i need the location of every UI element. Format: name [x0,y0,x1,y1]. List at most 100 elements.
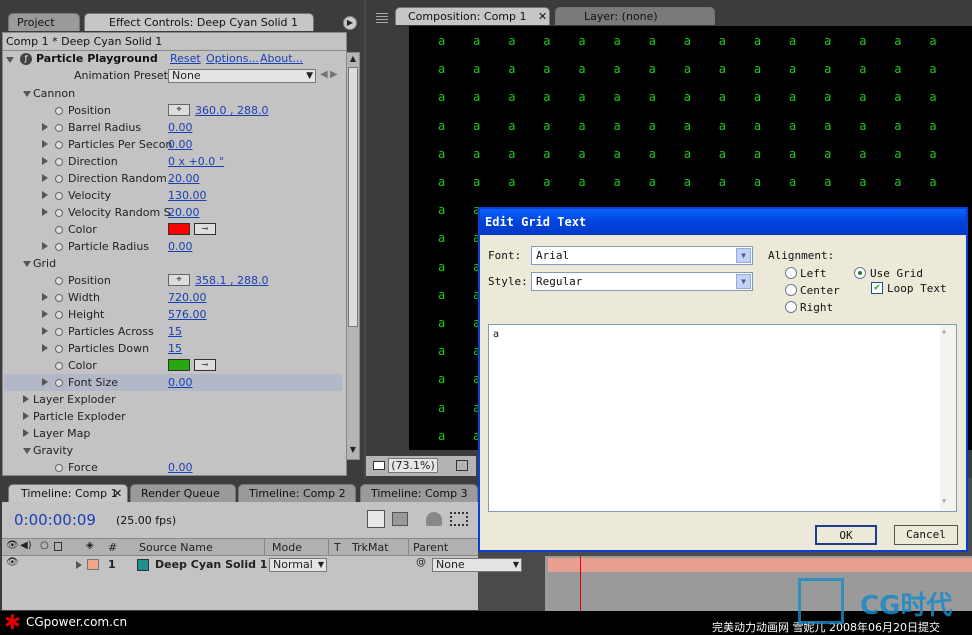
audio-icon[interactable]: ◀) [20,540,32,551]
align-center-radio[interactable] [785,284,797,296]
stopwatch-icon[interactable] [55,379,63,387]
stopwatch-icon[interactable] [55,345,63,353]
use-grid-radio[interactable] [854,267,866,279]
property-row[interactable]: Direction Random 20.00 [4,170,342,187]
chevron-right-icon[interactable] [42,344,48,352]
scroll-up-icon[interactable]: ▲ [942,327,946,335]
solo-dot-icon[interactable]: ○ [40,540,49,551]
tab-timeline-comp2[interactable]: Timeline: Comp 2 [238,484,356,502]
stopwatch-icon[interactable] [55,243,63,251]
color-swatch[interactable] [168,223,190,235]
property-value[interactable]: 720.00 [168,289,207,306]
close-icon[interactable]: ✕ [113,485,122,502]
stopwatch-icon[interactable] [55,277,63,285]
eyedropper-icon[interactable]: ⊸ [194,359,216,371]
property-value[interactable]: 0.00 [168,136,193,153]
stopwatch-icon[interactable] [55,328,63,336]
stopwatch-icon[interactable] [55,362,63,370]
property-row[interactable]: Color ⊸ [4,221,342,238]
property-row[interactable]: Particles Per Secon 0.00 [4,136,342,153]
property-group[interactable]: Gravity [4,442,342,459]
loop-text-checkbox[interactable]: ✔ [871,282,883,294]
chevron-right-icon[interactable] [42,174,48,182]
chevron-right-icon[interactable] [42,157,48,165]
zoom-select[interactable]: (73.1%) [388,458,438,473]
chevron-right-icon[interactable] [23,429,29,437]
stopwatch-icon[interactable] [55,209,63,217]
prev-preset-icon[interactable]: ◀ [320,69,328,80]
property-group[interactable]: Grid [4,255,342,272]
tab-composition[interactable]: Composition: Comp 1 ✕ [395,7,550,25]
property-row[interactable]: Particle Radius 0.00 [4,238,342,255]
chevron-down-icon[interactable] [23,448,31,454]
tab-render-queue[interactable]: Render Queue [130,484,236,502]
reset-link[interactable]: Reset [170,52,201,65]
comp-flowchart-icon[interactable] [367,510,385,528]
about-link[interactable]: About... [260,52,303,65]
chevron-right-icon[interactable] [42,208,48,216]
scroll-up-icon[interactable]: ▲ [348,54,358,66]
chevron-down-icon[interactable] [23,91,31,97]
property-row[interactable]: Width 720.00 [4,289,342,306]
scroll-down-icon[interactable]: ▼ [942,497,946,505]
film-icon[interactable] [450,512,468,526]
fx-icon[interactable]: ƒ [20,53,32,65]
pickwhip-icon[interactable]: @ [416,557,426,568]
stopwatch-icon[interactable] [55,141,63,149]
color-swatch[interactable] [168,359,190,371]
property-value[interactable]: 20.00 [168,204,200,221]
property-value[interactable]: 20.00 [168,170,200,187]
property-row[interactable]: Direction 0 x +0.0 ° [4,153,342,170]
timecode[interactable]: 0:00:00:09 [14,511,96,529]
region-icon[interactable] [456,460,468,471]
property-value[interactable]: 0.00 [168,459,193,476]
grid-text-area[interactable]: a ▲ ▼ [488,324,957,512]
chevron-right-icon[interactable] [42,293,48,301]
property-value[interactable]: 130.00 [168,187,207,204]
eye-icon[interactable]: 👁 [6,557,19,568]
label-color-swatch[interactable] [87,559,99,570]
chevron-right-icon[interactable] [42,310,48,318]
property-row[interactable]: Velocity Random S 20.00 [4,204,342,221]
monitor-icon[interactable] [373,461,385,470]
label-tag-icon[interactable]: ◈ [86,540,94,551]
cancel-button[interactable]: Cancel [894,525,958,545]
tab-layer[interactable]: Layer: (none) [555,7,715,25]
tab-project[interactable]: Project [8,13,80,31]
chevron-right-icon[interactable] [42,191,48,199]
layer-name[interactable]: Deep Cyan Solid 1 [155,558,267,571]
stopwatch-icon[interactable] [55,311,63,319]
property-value[interactable]: 0.00 [168,374,193,391]
property-row[interactable]: Font Size 0.00 [4,374,342,391]
layer-row[interactable]: 👁 1 Deep Cyan Solid 1 Normal ▼ @ None ▼ [2,557,522,573]
align-left-radio[interactable] [785,267,797,279]
stopwatch-icon[interactable] [55,294,63,302]
property-value[interactable]: 0.00 [168,119,193,136]
property-row[interactable]: Velocity 130.00 [4,187,342,204]
chevron-right-icon[interactable] [42,242,48,250]
chevron-right-icon[interactable] [23,412,29,420]
stopwatch-icon[interactable] [55,192,63,200]
options-link[interactable]: Options... [206,52,259,65]
stopwatch-icon[interactable] [55,158,63,166]
property-row[interactable]: Force 0.00 [4,459,342,476]
property-value[interactable]: 358.1 , 288.0 [195,272,268,289]
panel-grip-icon[interactable] [376,11,388,23]
font-select[interactable]: Arial ▼ [531,246,753,265]
tab-timeline-comp1[interactable]: Timeline: Comp 1 ✕ [8,484,128,502]
scrollbar[interactable]: ▲ ▼ [346,52,360,460]
text-scrollbar[interactable]: ▲ ▼ [940,325,956,511]
tab-timeline-comp3[interactable]: Timeline: Comp 3 [360,484,478,502]
property-row[interactable]: Particles Down 15 [4,340,342,357]
lock-icon[interactable] [54,542,62,551]
property-row[interactable]: Height 576.00 [4,306,342,323]
playhead[interactable] [580,556,581,611]
layer-duration-bar[interactable] [548,558,972,572]
stopwatch-icon[interactable] [55,226,63,234]
property-row[interactable]: Color ⊸ [4,357,342,374]
mode-select[interactable]: Normal ▼ [269,558,327,572]
close-icon[interactable]: ✕ [538,8,547,25]
scroll-down-icon[interactable]: ▼ [348,445,358,457]
property-value[interactable]: 15 [168,323,182,340]
chevron-down-icon[interactable] [6,57,14,63]
